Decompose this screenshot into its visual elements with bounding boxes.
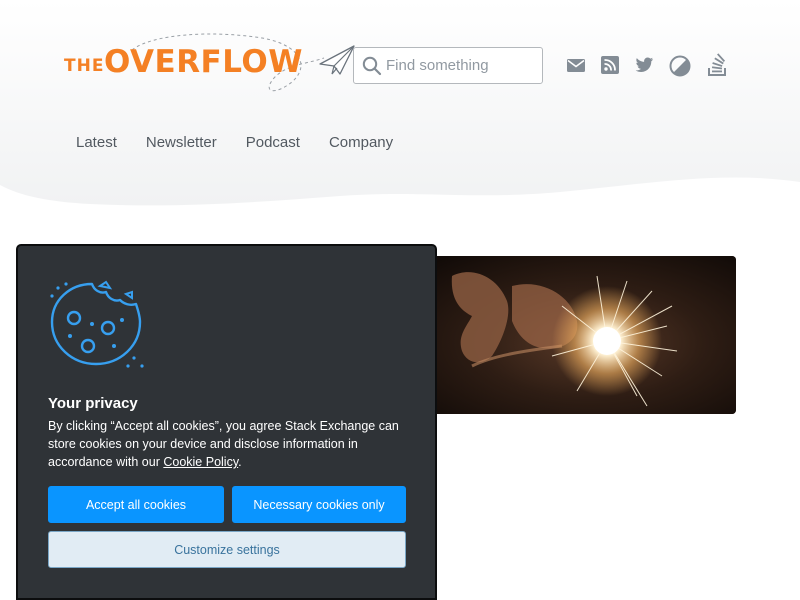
cookie-policy-link[interactable]: Cookie Policy <box>163 455 238 469</box>
stack-exchange-icon <box>669 55 691 77</box>
cookie-icon <box>50 280 144 368</box>
dialog-title: Your privacy <box>48 395 138 412</box>
search-icon <box>362 56 382 76</box>
nav-company[interactable]: Company <box>329 134 393 151</box>
nav-latest[interactable]: Latest <box>76 134 117 151</box>
accept-all-cookies-button[interactable]: Accept all cookies <box>48 486 224 523</box>
nav-newsletter[interactable]: Newsletter <box>146 134 217 151</box>
customize-settings-button[interactable]: Customize settings <box>48 531 406 568</box>
nav-podcast[interactable]: Podcast <box>246 134 300 151</box>
rss-link[interactable] <box>600 55 620 75</box>
email-link[interactable] <box>566 55 586 75</box>
email-icon <box>567 59 585 72</box>
stack-exchange-link[interactable] <box>669 55 691 77</box>
search-box[interactable] <box>353 47 543 84</box>
logo-prefix: THE <box>64 56 105 76</box>
sparkler-photo <box>412 256 736 414</box>
cookie-consent-dialog: Your privacy By clicking “Accept all coo… <box>16 244 437 600</box>
description-end: . <box>238 455 242 469</box>
site-logo[interactable]: THE OVERFLOW <box>62 30 362 100</box>
logo-wordmark: OVERFLOW <box>104 44 303 80</box>
dialog-description: By clicking “Accept all cookies”, you ag… <box>48 417 418 471</box>
rss-icon <box>601 56 619 74</box>
necessary-cookies-only-button[interactable]: Necessary cookies only <box>232 486 406 523</box>
twitter-link[interactable] <box>634 55 654 75</box>
stack-overflow-link[interactable] <box>707 53 729 77</box>
search-input[interactable] <box>386 48 536 83</box>
stack-overflow-icon <box>708 53 726 76</box>
featured-article-image[interactable] <box>412 256 736 414</box>
twitter-icon <box>635 57 654 72</box>
main-nav: Latest Newsletter Podcast Company <box>76 134 422 151</box>
